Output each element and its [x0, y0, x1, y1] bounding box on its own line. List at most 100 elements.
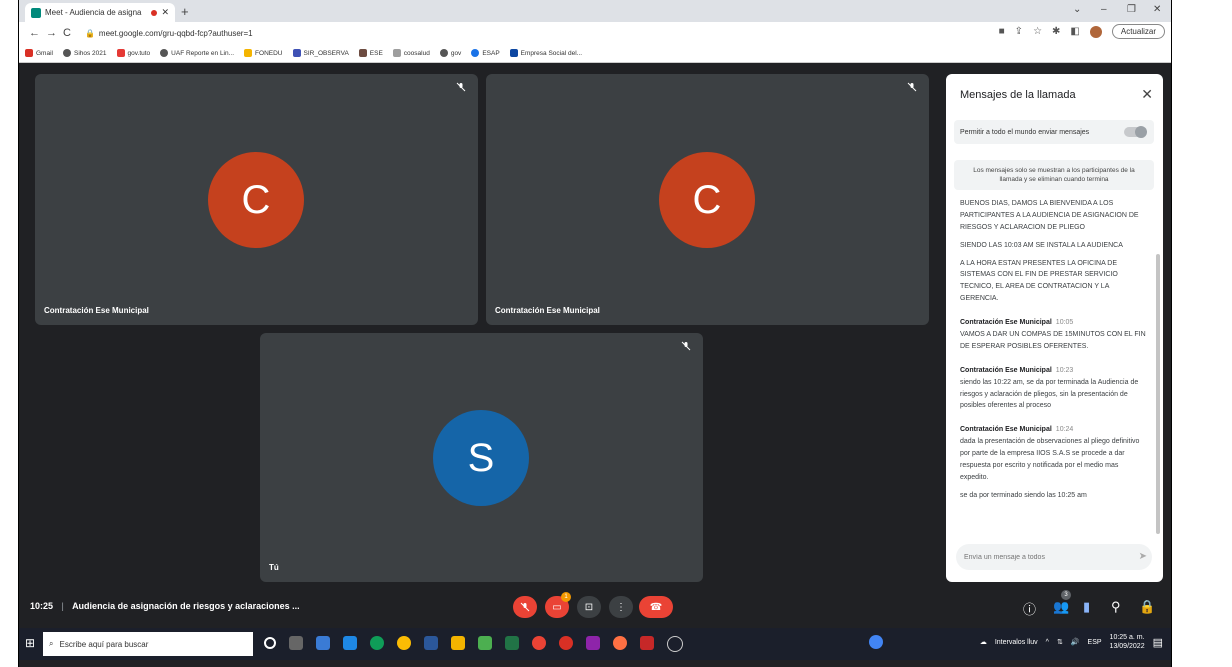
- pinned-app-icon[interactable]: [869, 635, 883, 649]
- hangup-icon: ☎: [649, 601, 663, 613]
- close-tab-icon[interactable]: ✕: [161, 7, 169, 18]
- people-icon[interactable]: 👥: [1053, 599, 1069, 615]
- message-text: se da por terminado siendo las 10:25 am: [960, 491, 1087, 499]
- bookmark-item[interactable]: Gmail: [25, 49, 53, 57]
- camera-toggle-button[interactable]: ▭ 1: [545, 592, 571, 618]
- lock-icon[interactable]: 🔒: [85, 29, 95, 38]
- participant-tile[interactable]: C Contratación Ese Municipal: [486, 74, 929, 325]
- profile-avatar[interactable]: [1089, 25, 1102, 38]
- app-icon[interactable]: [667, 636, 683, 652]
- mic-toggle-button[interactable]: [513, 596, 537, 618]
- ese-icon: [358, 49, 367, 57]
- bookmark-item[interactable]: coosalud: [392, 49, 430, 57]
- mic-off-icon: [456, 82, 466, 92]
- tab-search-icon[interactable]: ⌄: [1073, 4, 1081, 15]
- activities-icon[interactable]: ⚲: [1111, 599, 1121, 615]
- share-icon[interactable]: ⇪: [1015, 26, 1023, 37]
- meeting-toolbar: 10:25 | Audiencia de asignación de riesg…: [19, 588, 1171, 626]
- chat-message-input[interactable]: [956, 544, 1152, 570]
- maximize-button[interactable]: ❐: [1127, 4, 1136, 15]
- allow-messages-row: Permitir a todo el mundo enviar mensajes: [954, 120, 1154, 144]
- camera-off-icon: ▭: [552, 601, 562, 613]
- notifications-icon[interactable]: ▤: [1153, 636, 1163, 649]
- chrome-profile-icon[interactable]: [559, 636, 573, 650]
- screen: Meet - Audiencia de asigna ✕ + ⌄ – ❐ ✕ ←…: [18, 0, 1172, 667]
- update-button[interactable]: Actualizar: [1111, 24, 1165, 39]
- bookmark-item[interactable]: gov.tuto: [116, 49, 150, 57]
- info-icon[interactable]: ⓘ: [1023, 599, 1036, 618]
- more-options-button[interactable]: ⋮: [609, 596, 633, 618]
- message-sender: Contratación Ese Municipal 10:23: [960, 366, 1074, 374]
- mic-off-icon: [681, 341, 691, 351]
- task-view-icon[interactable]: [289, 636, 303, 650]
- app-icon[interactable]: [586, 636, 600, 650]
- app-icon[interactable]: [478, 636, 492, 650]
- globe-icon: [439, 49, 448, 57]
- recording-indicator-icon: [151, 9, 158, 16]
- language-indicator[interactable]: ESP: [1088, 639, 1102, 646]
- extensions-icon[interactable]: ✱: [1052, 26, 1060, 37]
- volume-icon[interactable]: 🔊: [1071, 638, 1080, 646]
- present-button[interactable]: ⊡: [577, 596, 601, 618]
- toolbar-icons: ■ ⇪ ☆ ✱ ◧ Actualizar: [999, 24, 1165, 39]
- separator: |: [61, 601, 64, 611]
- bookmark-item[interactable]: FONEDU: [244, 49, 283, 57]
- close-chat-button[interactable]: ✕: [1141, 86, 1153, 103]
- pdf-icon[interactable]: [640, 636, 654, 650]
- chat-icon[interactable]: ▮: [1083, 599, 1090, 615]
- clock[interactable]: 10:25 a. m. 13/09/2022: [1110, 633, 1145, 651]
- participant-name: Contratación Ese Municipal: [44, 306, 149, 315]
- excel-icon[interactable]: [505, 636, 519, 650]
- chat-title: Mensajes de la llamada: [960, 89, 1076, 101]
- present-icon: ⊡: [584, 601, 594, 613]
- explorer-icon[interactable]: [451, 636, 465, 650]
- message-time: 10:05: [1055, 319, 1074, 327]
- browser-tab[interactable]: Meet - Audiencia de asigna ✕: [25, 3, 175, 22]
- bookmark-item[interactable]: UAF Reporte en Lin...: [160, 49, 234, 57]
- participant-tile[interactable]: C Contratación Ese Municipal: [35, 74, 478, 325]
- search-icon: ⌕: [49, 639, 54, 648]
- meeting-time: 10:25: [30, 601, 54, 611]
- sidepanel-icon[interactable]: ◧: [1070, 26, 1079, 37]
- message-text: VAMOS A DAR UN COMPAS DE 15MINUTOS CON E…: [960, 331, 1146, 350]
- chrome-active-icon[interactable]: [532, 636, 546, 650]
- allow-messages-toggle[interactable]: [1124, 126, 1147, 138]
- chrome-icon[interactable]: [397, 636, 411, 650]
- globe-icon: [62, 49, 71, 57]
- participant-avatar: C: [659, 152, 755, 248]
- bookmark-item[interactable]: SIR_OBSERVA: [292, 49, 349, 57]
- minimize-button[interactable]: –: [1101, 4, 1107, 15]
- cortana-icon[interactable]: [264, 637, 276, 649]
- bookmark-item[interactable]: Empresa Social del...: [509, 49, 582, 57]
- participant-name: Contratación Ese Municipal: [495, 306, 600, 315]
- mail-icon[interactable]: [343, 636, 357, 650]
- word-icon[interactable]: [424, 636, 438, 650]
- nav-buttons[interactable]: ←→C: [29, 27, 77, 39]
- network-icon[interactable]: ⇅: [1057, 638, 1063, 646]
- store-icon[interactable]: [316, 636, 330, 650]
- bookmark-item[interactable]: ESAP: [471, 49, 500, 57]
- weather-text[interactable]: Intervalos lluv: [995, 639, 1038, 646]
- host-controls-icon[interactable]: 🔒: [1139, 599, 1155, 615]
- star-icon[interactable]: ☆: [1033, 26, 1042, 37]
- camera-icon[interactable]: ■: [999, 26, 1005, 37]
- sir-icon: [292, 49, 301, 57]
- leave-call-button[interactable]: ☎: [639, 596, 673, 618]
- taskbar-search[interactable]: ⌕ Escribe aquí para buscar: [43, 632, 253, 656]
- bookmark-item[interactable]: Sihos 2021: [62, 49, 107, 57]
- edge-icon[interactable]: [370, 636, 384, 650]
- send-icon[interactable]: ➤: [1139, 551, 1147, 562]
- windows-start-icon[interactable]: ⊞: [25, 636, 35, 650]
- chat-scrollbar[interactable]: [1156, 254, 1160, 534]
- new-tab-button[interactable]: +: [181, 4, 189, 19]
- self-tile[interactable]: S Tú: [260, 333, 703, 582]
- tray-up-icon[interactable]: ^: [1046, 639, 1049, 646]
- mic-off-icon: [520, 602, 530, 612]
- taskbar-apps: [264, 636, 683, 652]
- bookmark-item[interactable]: gov: [439, 49, 461, 57]
- close-window-button[interactable]: ✕: [1153, 4, 1161, 15]
- firefox-icon[interactable]: [613, 636, 627, 650]
- url-field[interactable]: meet.google.com/gru-qqbd-fcp?authuser=1: [99, 29, 253, 38]
- message-text: SIENDO LAS 10:03 AM SE INSTALA LA AUDIEN…: [960, 241, 1123, 249]
- bookmark-item[interactable]: ESE: [358, 49, 383, 57]
